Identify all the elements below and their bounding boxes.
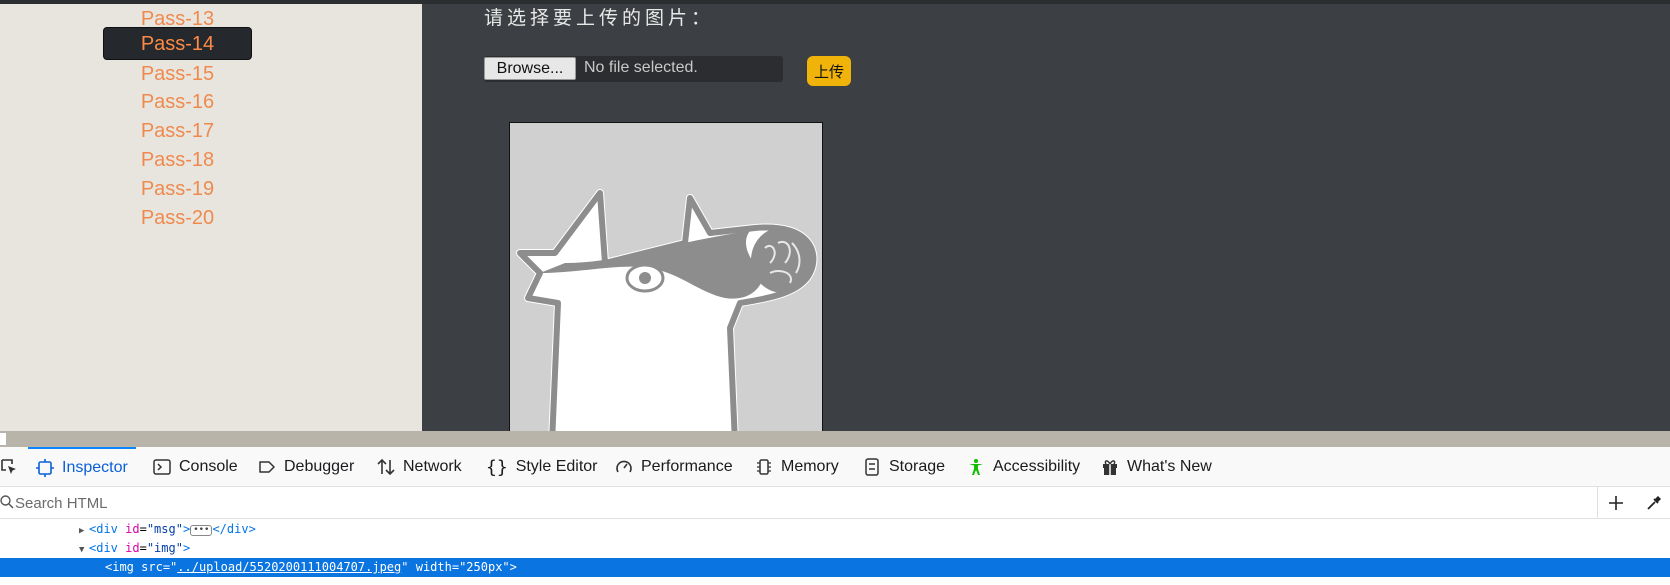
sidebar-nav: Pass-13 Pass-14 Pass-15 Pass-16 Pass-17 … bbox=[0, 4, 422, 431]
devtools-toolbar: Inspector Console Debugger Network {} St… bbox=[0, 447, 1670, 487]
plus-icon bbox=[1608, 496, 1623, 510]
performance-icon bbox=[616, 460, 632, 473]
devtools-panel: Inspector Console Debugger Network {} St… bbox=[0, 447, 1670, 585]
search-icon bbox=[0, 495, 14, 514]
devtools-splitter[interactable] bbox=[0, 431, 1670, 447]
markup-view: ▶ <div id="msg"> ••• </div> ▼ <div id="img">… bbox=[0, 520, 1670, 585]
search-html-input[interactable] bbox=[15, 491, 1585, 515]
file-input[interactable]: Browse... No file selected. bbox=[484, 56, 783, 82]
web-page: Pass-13 Pass-14 Pass-15 Pass-16 Pass-17 … bbox=[0, 0, 1670, 431]
storage-icon bbox=[865, 458, 879, 476]
add-node-button[interactable] bbox=[1597, 487, 1633, 519]
dog-sketch-image bbox=[510, 123, 822, 431]
tab-whats-new[interactable]: What's New bbox=[1101, 447, 1212, 487]
console-icon bbox=[153, 459, 171, 475]
markup-node-img-selected[interactable]: <img src="../upload/5520200111004707.jpe… bbox=[0, 558, 1670, 577]
nav-item-pass-20[interactable]: Pass-20 bbox=[103, 202, 252, 235]
image-src-link[interactable]: ../upload/5520200111004707.jpeg bbox=[177, 560, 401, 574]
upload-button[interactable]: 上传 bbox=[807, 56, 851, 86]
tab-network[interactable]: Network bbox=[377, 447, 462, 487]
gift-icon bbox=[1103, 460, 1117, 475]
tab-inspector[interactable]: Inspector bbox=[28, 447, 136, 487]
nav-item-pass-14[interactable]: Pass-14 bbox=[103, 27, 252, 60]
memory-icon bbox=[757, 459, 771, 475]
markup-node-div-img[interactable]: ▼ <div id="img"> bbox=[0, 539, 1670, 558]
tab-accessibility[interactable]: Accessibility bbox=[967, 447, 1080, 487]
tab-style-editor[interactable]: {} Style Editor bbox=[486, 447, 598, 487]
upload-prompt: 请选择要上传的图片： bbox=[484, 8, 715, 29]
eyedropper-icon bbox=[1647, 496, 1661, 510]
upload-panel: 请选择要上传的图片： Browse... No file selected. 上… bbox=[422, 4, 1670, 431]
debugger-icon bbox=[259, 461, 275, 473]
search-bar bbox=[0, 487, 1670, 519]
network-icon bbox=[377, 458, 395, 476]
accessibility-icon bbox=[969, 459, 983, 475]
tab-debugger[interactable]: Debugger bbox=[258, 447, 354, 487]
tab-console[interactable]: Console bbox=[153, 447, 238, 487]
markup-node-div-msg[interactable]: ▶ <div id="msg"> ••• </div> bbox=[0, 520, 1670, 539]
browse-button[interactable]: Browse... bbox=[484, 57, 576, 80]
eyedropper-button[interactable] bbox=[1638, 487, 1670, 519]
uploaded-image-preview bbox=[509, 122, 823, 431]
tab-performance[interactable]: Performance bbox=[615, 447, 733, 487]
element-picker-icon[interactable] bbox=[0, 458, 18, 481]
inspector-icon bbox=[36, 459, 54, 477]
collapsed-ellipsis-icon[interactable]: ••• bbox=[190, 525, 213, 536]
splitter-grip[interactable] bbox=[0, 433, 6, 445]
tab-memory[interactable]: Memory bbox=[755, 447, 839, 487]
file-status-text: No file selected. bbox=[584, 59, 698, 76]
style-editor-icon: {} bbox=[486, 456, 508, 478]
tab-storage[interactable]: Storage bbox=[863, 447, 945, 487]
